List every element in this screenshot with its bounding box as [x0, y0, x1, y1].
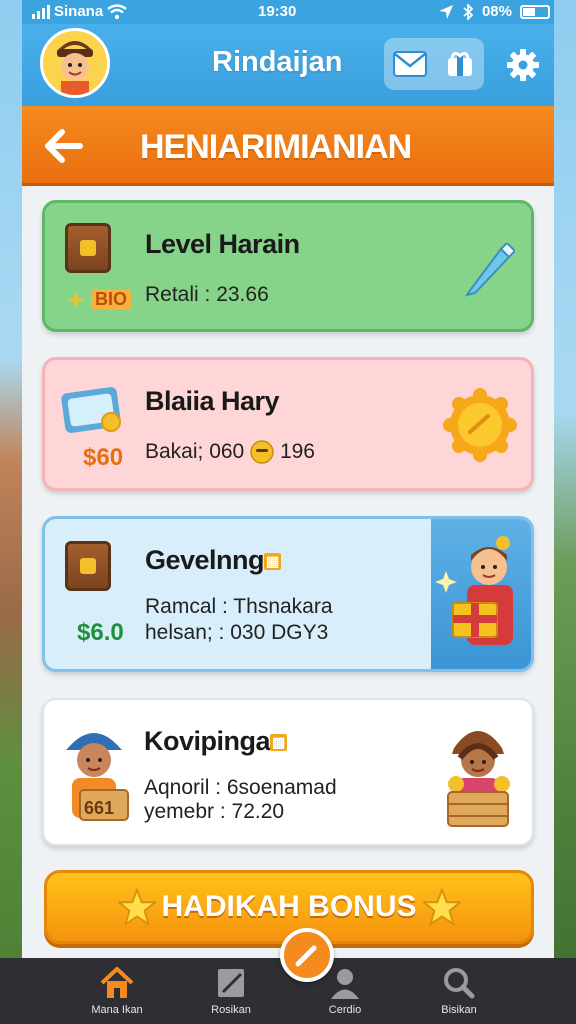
user-profile-icon	[331, 969, 359, 999]
user-avatar[interactable]	[40, 28, 110, 98]
location-arrow-icon	[438, 4, 453, 19]
center-action-button[interactable]	[280, 928, 334, 982]
card-title: Gevelnng ▦	[145, 545, 281, 576]
app-title: Rindaijan	[212, 46, 343, 78]
badge-icon: ▦	[270, 734, 287, 752]
battery-percent: 08%	[481, 3, 512, 20]
wifi-icon	[107, 3, 127, 19]
card-price: $6.0	[77, 619, 124, 646]
card-price: 661	[84, 798, 115, 818]
reward-card-level[interactable]: BIO Level Harain Retali : 23.66	[42, 200, 534, 332]
nav-label: Mana Ikan	[91, 1004, 143, 1016]
nav-item-search[interactable]: Bisikan	[414, 958, 504, 1024]
pencil-icon	[295, 945, 317, 967]
gift-box-icon[interactable]	[444, 48, 476, 80]
card-title-text: Kovipinga	[144, 726, 271, 756]
boy-avatar-icon	[43, 31, 107, 95]
status-time: 19:30	[258, 3, 297, 20]
card-detail: Retali : 23.66	[145, 283, 269, 306]
girl-with-basket-icon	[447, 731, 510, 827]
card-detail: Bakai; 060 196	[145, 440, 315, 465]
sun-badge-icon[interactable]	[443, 388, 517, 462]
reward-card-shopping[interactable]: 661 Kovipinga ▦ Aqnoril : 6soenamad yemeb…	[42, 698, 534, 846]
status-right-group: 08%	[438, 3, 550, 20]
bluetooth-icon	[463, 3, 474, 20]
card-detail: helsan; : 030 DGY3	[145, 621, 329, 644]
card-detail-text: Bakai; 060	[145, 440, 245, 463]
nav-label: Rosikan	[211, 1004, 251, 1016]
treasure-chest-icon	[65, 541, 111, 591]
reward-card-gift[interactable]: $6.0 Gevelnng ▦ Ramcal : Thsnakara helsan…	[42, 516, 534, 672]
header-action-group	[384, 38, 484, 90]
background-scene-right	[552, 0, 576, 1024]
app-screen: Sinana 19:30 08% Rindaijan HENIARIMIANIA…	[0, 0, 576, 1024]
card-detail-suffix: 196	[279, 440, 315, 463]
treasure-chest-icon	[65, 223, 111, 273]
battery-icon	[520, 4, 550, 19]
page-title: HENIARIMIANIAN	[140, 128, 412, 166]
status-bar: Sinana 19:30 08%	[22, 0, 554, 24]
ticket-card-icon	[61, 387, 121, 433]
card-title: Level Harain	[145, 229, 300, 259]
search-icon	[444, 968, 475, 999]
card-price: $60	[83, 444, 124, 471]
star-icon	[422, 888, 461, 926]
page-title-bar: HENIARIMIANIAN	[22, 106, 554, 186]
nav-item-home[interactable]: Mana Ikan	[72, 958, 162, 1024]
card-detail: yemebr : 72.20	[144, 800, 285, 823]
card-illustration-panel	[431, 519, 531, 669]
smiley-coin-icon	[250, 440, 274, 465]
edit-list-icon	[218, 969, 244, 997]
mail-icon[interactable]	[392, 51, 427, 77]
card-title: Kovipinga ▦	[144, 726, 287, 757]
card-title: Blaiia Hary	[145, 386, 280, 416]
pencil-edit-icon[interactable]	[463, 243, 515, 297]
app-header: Rindaijan	[22, 24, 554, 106]
card-price: BIO	[91, 289, 132, 310]
nav-label: Bisikan	[441, 1004, 477, 1016]
carrier-label: Sinana	[54, 3, 104, 20]
bonus-label: HADIKAH BONUS	[161, 890, 417, 923]
card-detail: Ramcal : Thsnakara	[145, 595, 333, 618]
background-scene-left	[0, 0, 24, 1024]
back-arrow-icon[interactable]	[42, 124, 86, 168]
home-icon	[100, 967, 134, 998]
nav-label: Cerdio	[328, 1004, 362, 1016]
settings-gear-icon[interactable]	[506, 48, 540, 82]
badge-icon: ▦	[264, 553, 281, 571]
nav-item-edit[interactable]: Rosikan	[186, 958, 276, 1024]
card-title-text: Gevelnng	[145, 545, 265, 575]
boy-with-gift-icon	[435, 536, 513, 645]
star-icon	[117, 888, 156, 926]
signal-bars-icon	[32, 4, 50, 19]
sparkle-icon	[67, 291, 85, 309]
signal-group: Sinana	[32, 3, 127, 20]
reward-card-daily[interactable]: $60 Blaiia Hary Bakai; 060 196	[42, 357, 534, 491]
card-detail: Aqnoril : 6soenamad	[144, 776, 337, 799]
